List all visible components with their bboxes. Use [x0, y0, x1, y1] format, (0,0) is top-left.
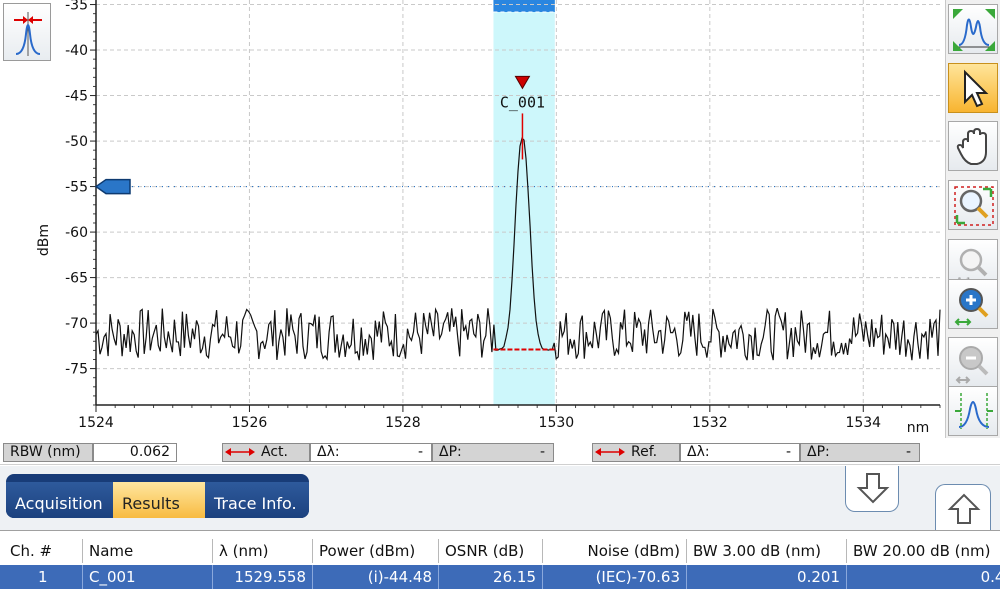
zoom-out-icon	[955, 346, 989, 384]
col-noise[interactable]: Noise (dBm)	[542, 539, 686, 563]
col-name[interactable]: Name	[82, 539, 212, 563]
act-delta-power: ΔP: -	[432, 443, 554, 462]
act-dp-value: -	[539, 444, 545, 460]
x-tick-label: 1524	[78, 415, 114, 431]
y-tick-label: -40	[65, 43, 88, 59]
y-axis-label: dBm	[36, 224, 52, 256]
y-tick-label: -70	[65, 316, 88, 332]
act-dl-value: -	[417, 444, 423, 460]
spectrum-chart[interactable]: -35 -40 -45 -50 -55 -60 -65 -70 -75 1524 1526 1528 1…	[0, 0, 945, 438]
double-arrow-icon	[595, 448, 625, 456]
chart-toolbar: 1:1	[945, 0, 1000, 438]
x-tick-label: 1534	[845, 415, 881, 431]
tab-trace-info[interactable]: Trace Info.	[205, 482, 309, 518]
rbw-label: RBW (nm)	[3, 443, 93, 462]
ref-dl-label: Δλ:	[687, 444, 710, 460]
table-row[interactable]: 1 C_001 1529.558 (i)-44.48 26.15 (IEC)-7…	[0, 565, 1000, 589]
ref-delta-lambda: Δλ: -	[680, 443, 800, 462]
channel-band	[493, 0, 555, 405]
col-wavelength[interactable]: λ (nm)	[212, 539, 312, 563]
pan-button[interactable]	[948, 121, 998, 171]
cell-power: (i)-44.48	[312, 565, 438, 589]
select-button[interactable]	[948, 63, 998, 113]
act-dp-label: ΔP:	[439, 444, 462, 460]
cell-bw3: 0.201	[686, 565, 846, 589]
autoscale-spectrum-icon	[953, 9, 995, 51]
cell-noise: (IEC)-70.63	[542, 565, 686, 589]
scroll-up-button[interactable]	[935, 484, 991, 530]
cell-ch: 1	[38, 568, 48, 586]
col-power[interactable]: Power (dBm)	[312, 539, 438, 563]
y-tick-label: -60	[65, 225, 88, 241]
arrow-up-icon	[947, 493, 981, 524]
autoscale-button[interactable]	[948, 4, 998, 54]
x-tick-label: 1528	[385, 415, 421, 431]
trace-marker-icon	[14, 12, 42, 56]
y-tick-label: -65	[65, 271, 88, 287]
y-tick-label: -75	[65, 362, 88, 378]
x-tick-label: 1530	[539, 415, 575, 431]
act-dl-label: Δλ:	[317, 444, 340, 460]
y-tick-label: -55	[65, 180, 88, 196]
trace-marker-button[interactable]	[3, 3, 51, 61]
zoom-area-button[interactable]	[948, 180, 998, 230]
results-table: Ch. # Name λ (nm) Power (dBm) OSNR (dB) …	[0, 530, 1000, 596]
act-delta-lambda: Δλ: -	[310, 443, 432, 462]
tab-bar: Acquisition Results Trace Info.	[6, 474, 309, 518]
x-tick-label: 1526	[232, 415, 268, 431]
cell-bw20: 0.41	[846, 565, 1000, 589]
act-marker-button[interactable]: Act.	[222, 443, 310, 462]
zoom-out-button[interactable]	[948, 337, 998, 387]
channel-band-handle	[493, 0, 555, 12]
act-label: Act.	[261, 444, 288, 460]
y-tick-label: -35	[65, 0, 88, 14]
tab-acquisition[interactable]: Acquisition	[6, 482, 113, 518]
ref-marker-button[interactable]: Ref.	[592, 443, 680, 462]
fit-channel-icon	[955, 393, 993, 429]
zoom-area-icon	[954, 186, 994, 226]
ref-dl-value: -	[785, 444, 791, 460]
col-bw3[interactable]: BW 3.00 dB (nm)	[686, 539, 846, 563]
scroll-down-button[interactable]	[845, 466, 899, 512]
marker-info-bar: RBW (nm) 0.062 Act. Δλ: - ΔP: - Ref. Δλ:…	[0, 439, 1000, 465]
cell-osnr: 26.15	[438, 565, 542, 589]
fit-channel-button[interactable]	[948, 386, 998, 436]
hand-icon	[956, 127, 987, 165]
ref-delta-power: ΔP: -	[800, 443, 920, 462]
ref-dp-value: -	[905, 444, 911, 460]
table-header: Ch. # Name λ (nm) Power (dBm) OSNR (dB) …	[0, 539, 1000, 563]
tab-panel: Acquisition Results Trace Info.	[0, 466, 1000, 530]
x-axis-label: nm	[907, 420, 930, 436]
channel-name-label: C_001	[500, 93, 545, 111]
tab-results[interactable]: Results	[113, 482, 205, 518]
x-tick-label: 1532	[692, 415, 728, 431]
y-tick-label: -50	[65, 134, 88, 150]
ref-dp-label: ΔP:	[807, 444, 830, 460]
arrow-down-icon	[856, 473, 890, 504]
arrow-pointer-icon	[964, 69, 989, 108]
col-ch[interactable]: Ch. #	[4, 539, 82, 563]
spectrum-plot[interactable]: -35 -40 -45 -50 -55 -60 -65 -70 -75 1524 1526 1528 1…	[0, 0, 945, 438]
zoom-in-icon	[954, 288, 989, 326]
col-bw20[interactable]: BW 20.00 dB (nm)	[846, 539, 1000, 563]
cell-bw20-value: 0.41	[980, 568, 1000, 586]
double-arrow-icon	[225, 448, 255, 456]
col-osnr[interactable]: OSNR (dB)	[438, 539, 542, 563]
zoom-in-button[interactable]	[948, 279, 998, 329]
cell-wavelength: 1529.558	[212, 565, 312, 589]
ref-label: Ref.	[631, 444, 658, 460]
rbw-value: 0.062	[93, 443, 177, 462]
cell-name: C_001	[82, 565, 212, 589]
y-tick-label: -45	[65, 89, 88, 105]
